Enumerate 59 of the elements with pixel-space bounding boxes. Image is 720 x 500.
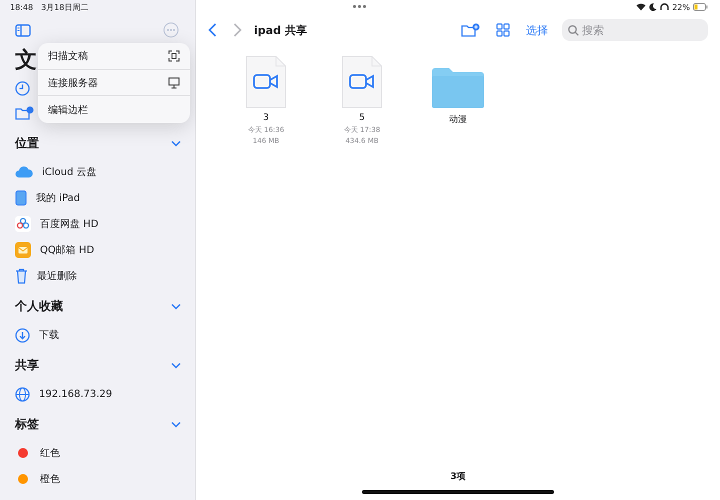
file-name: 动漫 (449, 114, 467, 126)
sidebar-item[interactable]: 橙色 (40, 472, 60, 486)
trash-icon (15, 268, 28, 284)
search-field[interactable]: 搜索 (562, 19, 708, 41)
sidebar-item[interactable]: 红色 (40, 446, 60, 460)
folder-icon[interactable] (432, 68, 484, 108)
sidebar-title: 文 (15, 47, 37, 75)
sidebar-item[interactable]: 我的 iPad (36, 191, 80, 205)
sidebar-toggle-icon[interactable] (15, 24, 31, 36)
file-name: 5 (359, 113, 365, 123)
status-time: 18:48 (10, 2, 34, 12)
moon-icon (649, 3, 658, 11)
battery-percent: 22% (672, 2, 690, 12)
clock-icon[interactable] (15, 81, 30, 96)
menu-item[interactable]: 连接服务器 (38, 70, 190, 96)
section-title: 标签 (15, 416, 39, 432)
item-count: 3项 (450, 472, 466, 482)
section-title: 位置 (15, 134, 39, 152)
search-icon (568, 24, 579, 36)
sidebar-item[interactable]: 最近删除 (37, 269, 77, 283)
shared-folder-icon[interactable] (15, 106, 34, 121)
chevron-icon[interactable] (171, 362, 181, 368)
menu-item-label: 扫描文稿 (48, 50, 88, 63)
sidebar-item[interactable]: 下载 (39, 328, 59, 342)
new-folder-icon[interactable] (461, 22, 480, 38)
scan-icon (168, 50, 180, 62)
app-icon (15, 216, 31, 232)
chevron-icon[interactable] (171, 140, 181, 146)
video-file-icon[interactable] (246, 56, 286, 108)
mail-app-icon (15, 242, 31, 258)
back-icon[interactable] (208, 23, 217, 37)
status-date: 3月18日周二 (41, 2, 88, 12)
chevron-icon[interactable] (171, 420, 181, 428)
video-file-icon[interactable] (342, 56, 382, 108)
headphones-icon (660, 3, 670, 11)
sidebar-item[interactable]: 百度网盘 HD (40, 217, 98, 231)
globe-icon (15, 386, 30, 402)
menu-item[interactable]: 扫描文稿 (38, 43, 190, 70)
grid-view-icon[interactable] (496, 23, 510, 37)
sidebar-item[interactable]: 192.168.73.29 (39, 388, 112, 400)
cloud-icon (15, 166, 33, 178)
select-button[interactable]: 选择 (526, 22, 548, 38)
multitasking-dots-icon[interactable] (353, 5, 366, 8)
battery-icon (693, 3, 708, 11)
monitor-icon (168, 76, 180, 89)
chevron-icon[interactable] (171, 302, 181, 310)
section-title: 共享 (15, 356, 39, 374)
sidebar-item[interactable]: QQ邮箱 HD (40, 243, 94, 257)
menu-item-label: 编辑边栏 (48, 104, 88, 117)
forward-icon[interactable] (233, 23, 242, 37)
sidebar-item[interactable]: iCloud 云盘 (42, 165, 97, 179)
file-name: 3 (263, 113, 269, 123)
download-icon (15, 328, 30, 342)
section-title: 个人收藏 (15, 298, 63, 314)
menu-item[interactable]: 编辑边栏 (38, 96, 190, 124)
folder-title: ipad 共享 (254, 22, 307, 38)
tablet-icon (15, 190, 27, 206)
wifi-icon (636, 3, 646, 11)
menu-item-label: 连接服务器 (48, 76, 98, 90)
